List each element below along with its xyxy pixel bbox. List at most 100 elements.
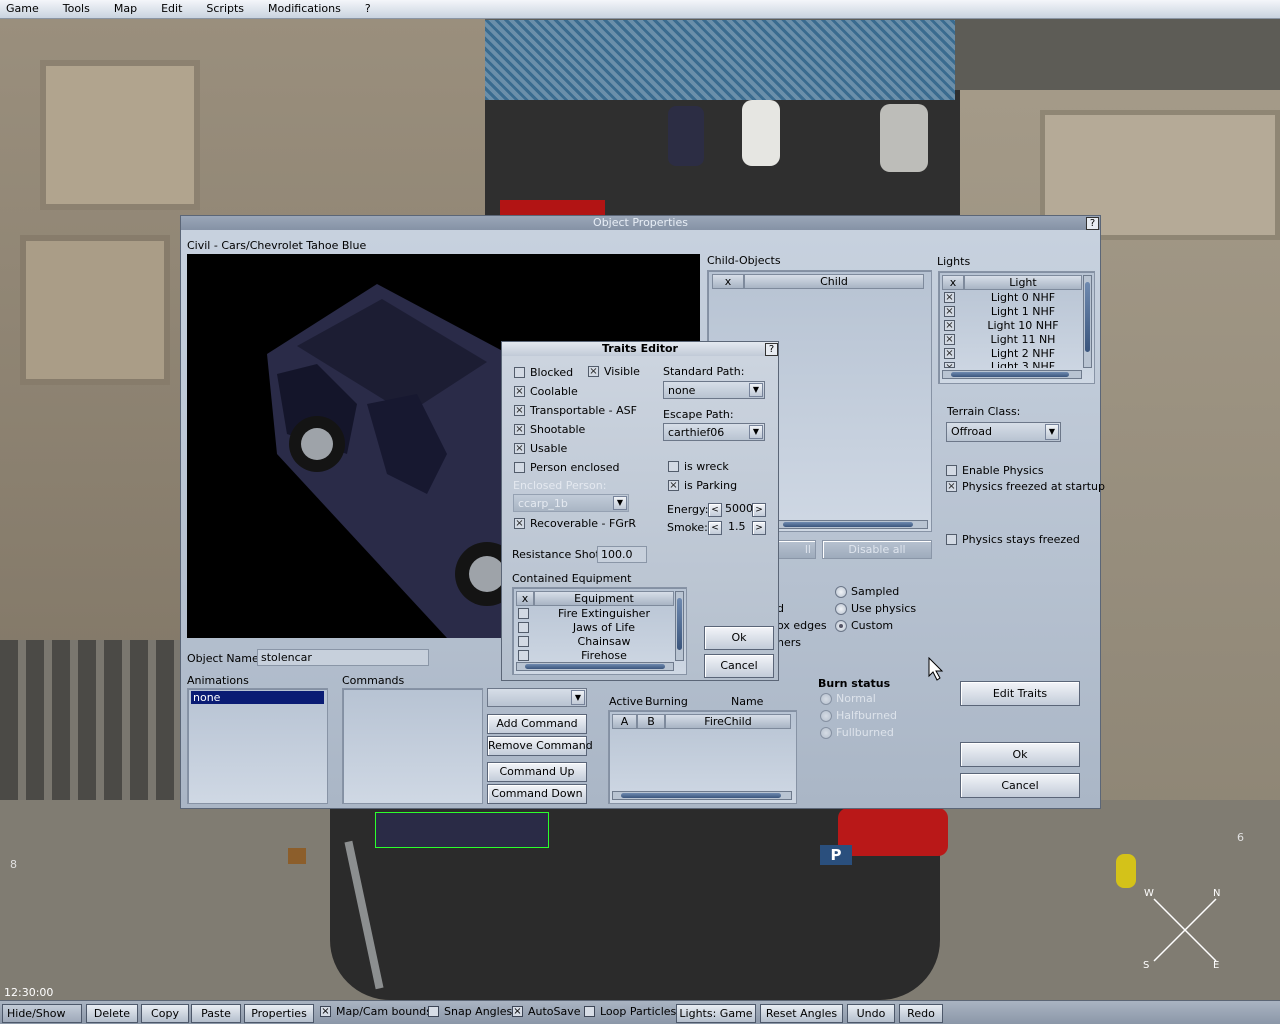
visible-checkbox[interactable]: × — [588, 366, 599, 377]
blocked-checkbox[interactable] — [514, 367, 525, 378]
menu-edit[interactable]: Edit — [155, 0, 188, 18]
traits-ok-button[interactable]: Ok — [704, 626, 774, 650]
loop-particles-checkbox[interactable] — [584, 1006, 595, 1017]
light-checkbox-1[interactable]: × — [944, 306, 955, 317]
light-checkbox-2[interactable]: × — [944, 320, 955, 331]
object-properties-ok-button[interactable]: Ok — [960, 742, 1080, 767]
copy-button[interactable]: Copy — [141, 1004, 189, 1023]
object-properties-title[interactable]: Object Properties — [181, 216, 1100, 230]
undo-button[interactable]: Undo — [847, 1004, 895, 1023]
person-enclosed-checkbox[interactable] — [514, 462, 525, 473]
map-cam-checkbox[interactable]: × — [320, 1006, 331, 1017]
object-name-input[interactable]: stolencar — [257, 649, 429, 666]
properties-button[interactable]: Properties — [244, 1004, 314, 1023]
coolable-checkbox[interactable]: × — [514, 386, 525, 397]
recoverable-checkbox[interactable]: × — [514, 518, 525, 529]
physics-freezed-checkbox[interactable]: × — [946, 481, 957, 492]
traits-editor-help-button[interactable]: ? — [765, 343, 778, 356]
energy-decrease-button[interactable]: < — [708, 503, 722, 517]
menu-game[interactable]: Game — [0, 0, 45, 18]
equipment-vertical-scrollbar[interactable] — [675, 591, 684, 661]
enable-physics-checkbox[interactable] — [946, 465, 957, 476]
redo-button[interactable]: Redo — [899, 1004, 943, 1023]
smoke-value[interactable]: 1.5 — [728, 520, 746, 533]
autosave-checkbox[interactable]: × — [512, 1006, 523, 1017]
physics-stays-checkbox[interactable] — [946, 534, 957, 545]
radio-use-physics[interactable] — [835, 603, 847, 615]
light-checkbox-0[interactable]: × — [944, 292, 955, 303]
energy-increase-button[interactable]: > — [752, 503, 766, 517]
lights-list[interactable]: x Light × Light 0 NHF × Light 1 NHF × Li… — [938, 271, 1095, 384]
light-item[interactable]: Light 10 NHF — [964, 319, 1082, 332]
burn-full-radio[interactable] — [820, 727, 832, 739]
object-properties-cancel-button[interactable]: Cancel — [960, 773, 1080, 798]
transportable-checkbox[interactable]: × — [514, 405, 525, 416]
animation-item-selected[interactable]: none — [191, 691, 324, 704]
light-checkbox-3[interactable]: × — [944, 334, 955, 345]
traits-editor-title[interactable]: Traits Editor — [502, 342, 778, 356]
light-checkbox-5[interactable]: × — [944, 362, 955, 368]
smoke-decrease-button[interactable]: < — [708, 521, 722, 535]
light-item[interactable]: Light 3 NHF — [964, 361, 1082, 368]
delete-button[interactable]: Delete — [86, 1004, 138, 1023]
fire-row-name[interactable]: FireChild — [665, 714, 791, 729]
equipment-checkbox-2[interactable] — [518, 636, 529, 647]
radio-custom[interactable] — [835, 620, 847, 632]
light-checkbox-4[interactable]: × — [944, 348, 955, 359]
menu-modifications[interactable]: Modifications — [262, 0, 347, 18]
remove-command-button[interactable]: Remove Command — [487, 736, 593, 756]
radio-sampled[interactable] — [835, 586, 847, 598]
hide-show-button[interactable]: Hide/Show — [2, 1004, 82, 1023]
equipment-horizontal-scrollbar[interactable] — [516, 662, 674, 671]
equipment-item[interactable]: Jaws of Life — [534, 621, 674, 634]
light-item[interactable]: Light 0 NHF — [964, 291, 1082, 304]
menu-tools[interactable]: Tools — [57, 0, 96, 18]
car-selected[interactable] — [375, 812, 549, 848]
energy-value[interactable]: 5000 — [725, 502, 753, 515]
light-item[interactable]: Light 11 NH — [964, 333, 1082, 346]
equipment-item[interactable]: Chainsaw — [534, 635, 674, 648]
command-up-button[interactable]: Command Up — [487, 762, 587, 782]
lights-game-button[interactable]: Lights: Game — [676, 1004, 756, 1023]
traits-cancel-button[interactable]: Cancel — [704, 654, 774, 678]
light-item[interactable]: Light 1 NHF — [964, 305, 1082, 318]
fire-row-a[interactable]: A — [612, 714, 637, 729]
burn-half-radio[interactable] — [820, 710, 832, 722]
enclosed-person-dropdown[interactable]: ccarp_1b — [513, 494, 629, 512]
is-parking-checkbox[interactable]: × — [668, 480, 679, 491]
equipment-checkbox-0[interactable] — [518, 608, 529, 619]
paste-button[interactable]: Paste — [191, 1004, 241, 1023]
commands-list[interactable] — [342, 688, 483, 804]
lights-vertical-scrollbar[interactable] — [1083, 275, 1092, 368]
menu-help[interactable]: ? — [359, 0, 377, 18]
command-dropdown[interactable]: ▼ — [487, 688, 587, 707]
menu-scripts[interactable]: Scripts — [200, 0, 250, 18]
reset-angles-button[interactable]: Reset Angles — [760, 1004, 843, 1023]
equipment-item[interactable]: Firehose — [534, 649, 674, 662]
fire-horizontal-scrollbar[interactable] — [612, 791, 792, 800]
command-down-button[interactable]: Command Down — [487, 784, 587, 804]
fire-row-b[interactable]: B — [637, 714, 665, 729]
equipment-checkbox-1[interactable] — [518, 622, 529, 633]
burn-normal-radio[interactable] — [820, 693, 832, 705]
resistance-input[interactable]: 100.0 — [597, 546, 647, 563]
terrain-class-dropdown[interactable]: Offroad — [946, 422, 1061, 442]
add-command-button[interactable]: Add Command — [487, 714, 587, 734]
shootable-checkbox[interactable]: × — [514, 424, 525, 435]
disable-all-button[interactable]: Disable all — [822, 540, 932, 559]
menu-map[interactable]: Map — [108, 0, 143, 18]
equipment-item[interactable]: Fire Extinguisher — [534, 607, 674, 620]
lights-horizontal-scrollbar[interactable] — [942, 370, 1082, 379]
equipment-list[interactable]: x Equipment Fire Extinguisher Jaws of Li… — [512, 587, 687, 675]
equipment-checkbox-3[interactable] — [518, 650, 529, 661]
animations-list[interactable]: none — [187, 688, 328, 804]
car-dark-parked — [668, 106, 704, 166]
firechildren-list[interactable]: A B FireChild — [608, 710, 797, 804]
usable-checkbox[interactable]: × — [514, 443, 525, 454]
smoke-increase-button[interactable]: > — [752, 521, 766, 535]
light-item[interactable]: Light 2 NHF — [964, 347, 1082, 360]
is-wreck-checkbox[interactable] — [668, 461, 679, 472]
edit-traits-button[interactable]: Edit Traits — [960, 681, 1080, 706]
object-properties-help-button[interactable]: ? — [1086, 217, 1099, 230]
snap-angles-checkbox[interactable] — [428, 1006, 439, 1017]
